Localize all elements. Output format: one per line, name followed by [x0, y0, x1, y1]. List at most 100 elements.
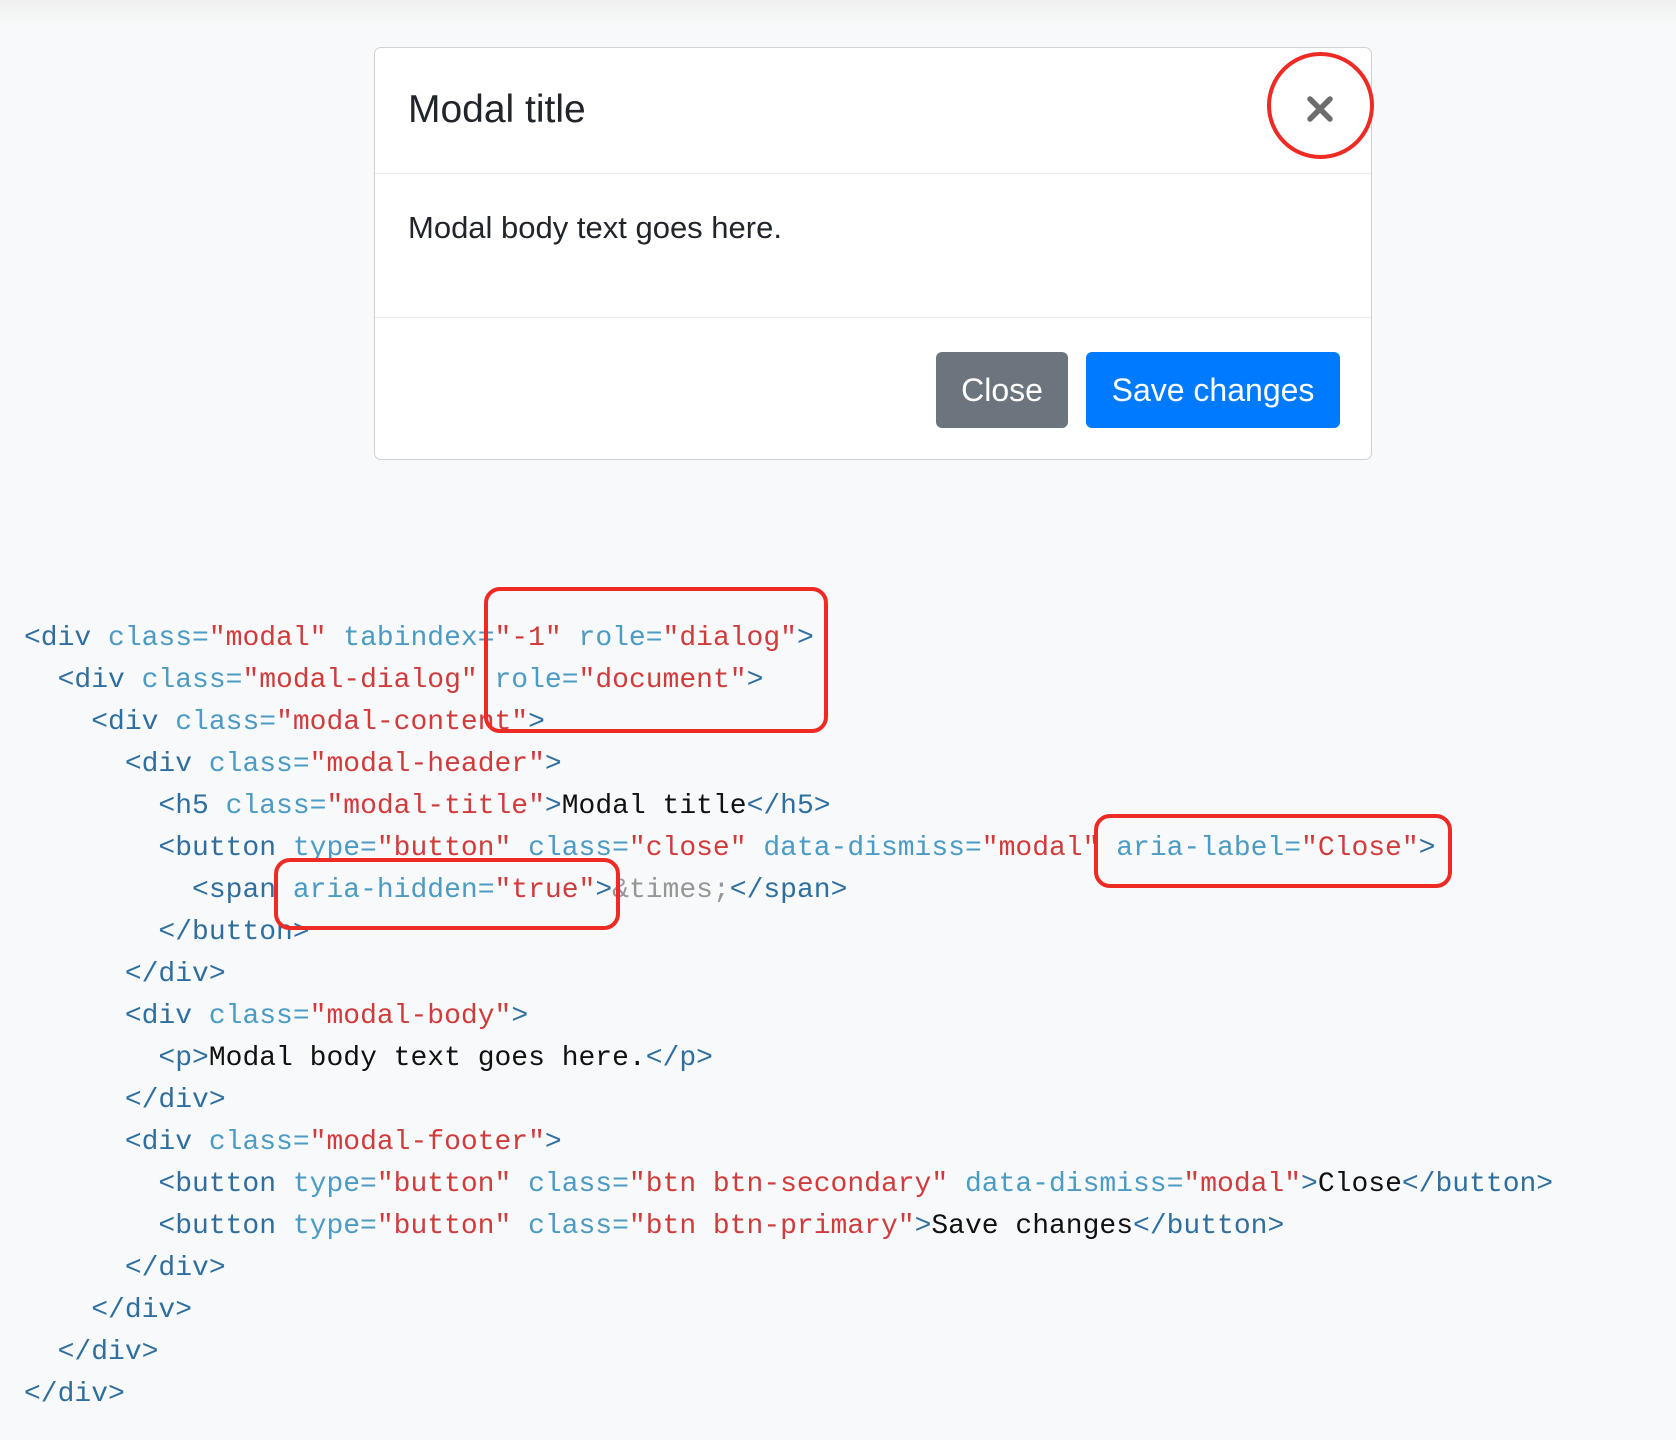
code-token: "modal"	[981, 833, 1100, 864]
code-token: <button	[158, 1211, 293, 1242]
code-token: tabindex=	[326, 623, 495, 654]
code-token: class=	[511, 1211, 629, 1242]
save-changes-button[interactable]: Save changes	[1086, 352, 1340, 428]
code-token: class=	[141, 665, 243, 696]
code-token: </div>	[91, 1295, 193, 1326]
code-token: >	[544, 1127, 562, 1158]
code-token: class=	[225, 791, 327, 822]
code-token: data-dismiss=	[746, 833, 982, 864]
code-token: </p>	[645, 1043, 713, 1074]
code-token: </span>	[729, 875, 848, 906]
modal-body-text: Modal body text goes here.	[408, 210, 782, 245]
close-icon-highlight-circle	[1267, 52, 1374, 159]
code-token: </button>	[1133, 1211, 1285, 1242]
code-token: <div	[124, 749, 209, 780]
role-attributes-highlight	[484, 587, 828, 733]
code-token: </div>	[124, 959, 226, 990]
code-token: "modal-title"	[326, 791, 545, 822]
code-token: </div>	[124, 1085, 226, 1116]
aria-label-highlight	[1094, 814, 1452, 888]
code-token: "modal"	[208, 623, 327, 654]
code-token: >	[511, 1001, 529, 1032]
code-token: class=	[511, 1169, 629, 1200]
code-token: <h5	[158, 791, 226, 822]
code-token: >	[544, 749, 562, 780]
code-token: <div	[91, 707, 176, 738]
code-line: </div>	[24, 1332, 1553, 1374]
code-token: >	[544, 791, 562, 822]
code-token: Modal title	[561, 791, 747, 822]
code-token: class=	[208, 1127, 310, 1158]
code-token: "modal-body"	[309, 1001, 512, 1032]
code-token: </div>	[24, 1379, 125, 1410]
code-line: <div class="modal-footer">	[24, 1122, 1553, 1164]
code-token: <div	[57, 665, 142, 696]
code-token: "btn btn-secondary"	[628, 1169, 949, 1200]
code-token: "button"	[376, 1169, 512, 1200]
code-token: "close"	[628, 833, 747, 864]
code-token: class=	[208, 1001, 310, 1032]
code-line: <button type="button" class="btn btn-sec…	[24, 1164, 1553, 1206]
code-line: </div>	[24, 1290, 1553, 1332]
code-line: </div>	[24, 954, 1553, 996]
code-token: type=	[292, 1169, 377, 1200]
page-top-shadow	[0, 0, 1676, 26]
code-token: "modal-dialog"	[242, 665, 478, 696]
code-token: Close	[1317, 1169, 1402, 1200]
code-line: </div>	[24, 1080, 1553, 1122]
code-token: data-dismiss=	[948, 1169, 1184, 1200]
code-token: <button	[158, 1169, 293, 1200]
code-token: >	[914, 1211, 932, 1242]
code-token: class=	[108, 623, 209, 654]
code-token: </div>	[124, 1253, 226, 1284]
code-line: </div>	[24, 1248, 1553, 1290]
code-token: </button>	[1401, 1169, 1554, 1200]
code-token: </div>	[57, 1337, 159, 1368]
code-token: class=	[208, 749, 310, 780]
code-line: <button type="button" class="btn btn-pri…	[24, 1206, 1553, 1248]
code-token: &times;	[612, 875, 730, 906]
code-token: "btn btn-primary"	[628, 1211, 915, 1242]
code-token: <div	[24, 623, 109, 654]
code-line: </button>	[24, 912, 1553, 954]
code-line: </div>	[24, 1374, 1553, 1416]
modal-body: Modal body text goes here.	[375, 174, 1371, 318]
code-token: "modal-footer"	[309, 1127, 545, 1158]
close-button[interactable]: Close	[936, 352, 1068, 428]
code-token: <div	[124, 1001, 209, 1032]
code-token: Save changes	[931, 1211, 1134, 1242]
code-line: <p>Modal body text goes here.</p>	[24, 1038, 1553, 1080]
code-token: <div	[124, 1127, 209, 1158]
code-line: <div class="modal-header">	[24, 744, 1553, 786]
code-token: </h5>	[746, 791, 831, 822]
code-token: "modal-header"	[309, 749, 545, 780]
code-token: "button"	[376, 1211, 512, 1242]
code-token: <button	[158, 833, 293, 864]
code-token: Modal body text goes here.	[208, 1043, 646, 1074]
modal-dialog: Modal title Modal body text goes here. C…	[374, 47, 1372, 460]
code-line: <div class="modal-body">	[24, 996, 1553, 1038]
modal-header: Modal title	[375, 48, 1371, 174]
aria-hidden-highlight	[274, 858, 620, 930]
code-token: "modal"	[1183, 1169, 1302, 1200]
code-token: type=	[292, 1211, 377, 1242]
modal-title: Modal title	[408, 88, 586, 131]
code-token: class=	[175, 707, 277, 738]
code-token: >	[1301, 1169, 1318, 1200]
